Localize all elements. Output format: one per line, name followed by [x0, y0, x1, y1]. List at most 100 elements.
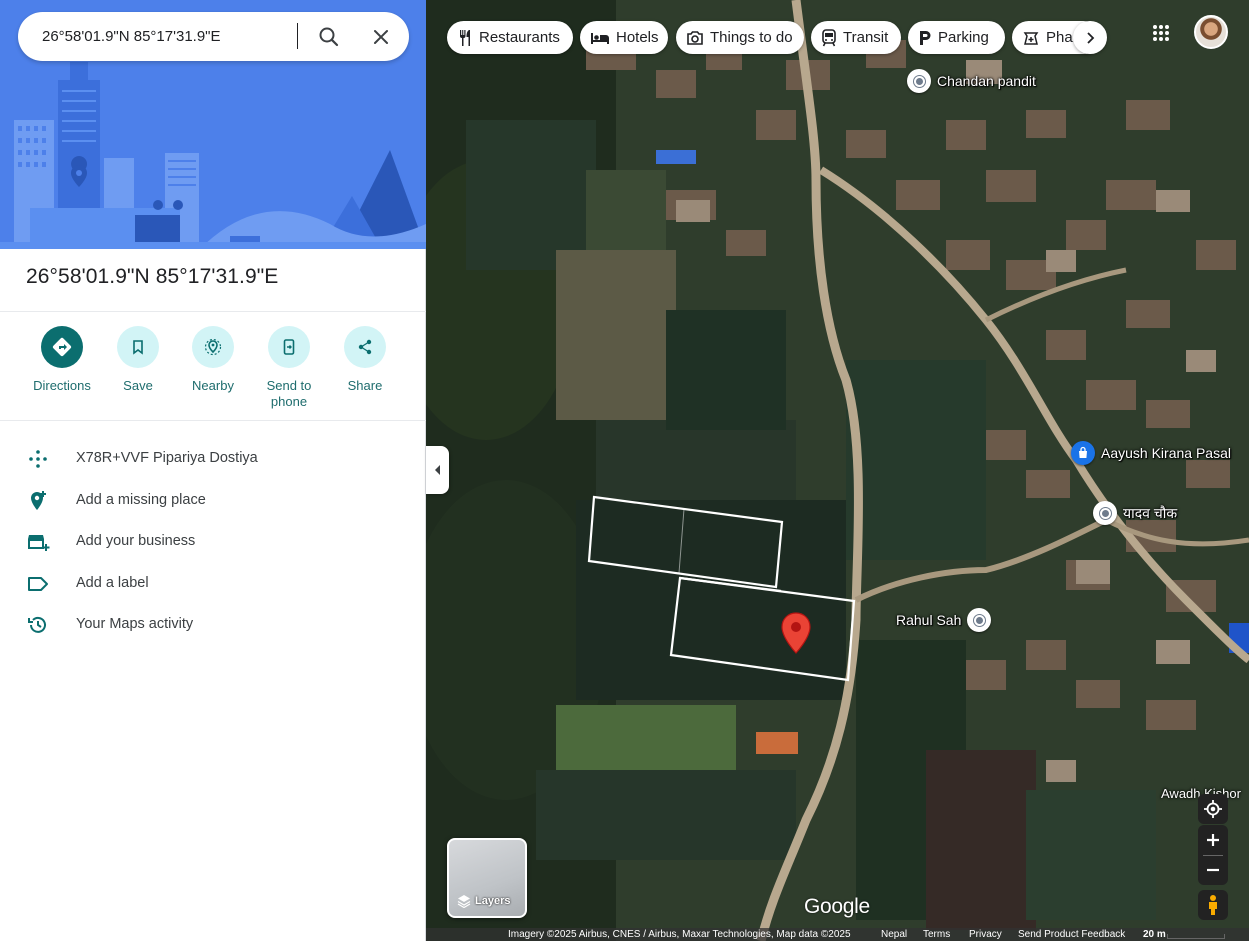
poi-pin-icon: [1093, 501, 1117, 525]
satellite-map[interactable]: Awadh Kishor: [426, 0, 1249, 941]
plus-code-row[interactable]: X78R+VVF Pipariya Dostiya: [0, 437, 426, 479]
chip-label: Things to do: [710, 29, 793, 46]
search-button[interactable]: [314, 22, 344, 52]
add-business-icon: [28, 535, 50, 552]
nearby-button[interactable]: Nearby: [173, 326, 253, 394]
poi-aayush-kirana-pasal[interactable]: Aayush Kirana Pasal: [1071, 441, 1231, 465]
street-view-pegman-button[interactable]: [1198, 890, 1228, 920]
share-icon: [358, 339, 372, 355]
layers-button[interactable]: Layers: [447, 838, 527, 918]
poi-pin-icon: [967, 608, 992, 632]
chip-transit[interactable]: Transit: [811, 21, 901, 54]
close-icon: [374, 30, 388, 44]
send-to-phone-circle: [268, 326, 310, 368]
privacy-link[interactable]: Privacy: [969, 929, 1002, 940]
poi-name: यादव चौक: [1123, 504, 1178, 521]
directions-label: Directions: [33, 378, 91, 393]
poi-name: Rahul Sah: [896, 612, 962, 628]
plus-code-icon: [29, 450, 47, 468]
minus-icon: [1207, 868, 1219, 872]
add-missing-place-text: Add a missing place: [76, 491, 206, 508]
apps-grid-icon: [1153, 25, 1169, 41]
layers-icon: [457, 895, 471, 908]
add-business-text: Add your business: [76, 533, 196, 550]
search-icon: [319, 27, 339, 47]
map-footer: Imagery ©2025 Airbus, CNES / Airbus, Max…: [426, 928, 1249, 941]
google-apps-button[interactable]: [1146, 18, 1176, 48]
chip-restaurants[interactable]: Restaurants: [447, 21, 573, 54]
search-divider: [297, 23, 298, 49]
send-to-phone-icon: [283, 339, 295, 355]
restaurant-icon: [460, 29, 470, 46]
transit-icon: [822, 28, 836, 46]
add-label-text: Add a label: [76, 574, 149, 591]
collapse-panel-button[interactable]: [426, 446, 449, 494]
poi-rahul-sah[interactable]: Rahul Sah: [896, 608, 992, 632]
plus-code-text: X78R+VVF Pipariya Dostiya: [76, 450, 258, 466]
chip-hotels[interactable]: Hotels: [580, 21, 668, 54]
info-list: X78R+VVF Pipariya Dostiya Add a missing …: [0, 437, 426, 645]
chip-label: Transit: [843, 29, 889, 46]
poi-yadav-chowk[interactable]: यादव चौक: [1093, 501, 1177, 525]
shopping-pin-icon: [1071, 441, 1095, 465]
save-circle: [117, 326, 159, 368]
chevron-right-icon: [1087, 31, 1095, 44]
google-logo: Google: [804, 895, 870, 918]
account-avatar[interactable]: [1194, 15, 1228, 49]
send-to-phone-button[interactable]: Send to phone: [249, 326, 329, 410]
poi-name: Aayush Kirana Pasal: [1101, 445, 1231, 461]
send-feedback-link[interactable]: Send Product Feedback: [1018, 929, 1125, 940]
add-business-row[interactable]: Add your business: [0, 520, 426, 562]
add-label-row[interactable]: Add a label: [0, 562, 426, 604]
poi-name: Chandan pandit: [937, 73, 1036, 89]
chip-parking[interactable]: Parking: [908, 21, 1005, 54]
satellite-imagery: [426, 0, 1249, 941]
nearby-label: Nearby: [192, 378, 234, 393]
bookmark-icon: [133, 340, 143, 355]
imagery-attribution: Imagery ©2025 Airbus, CNES / Airbus, Max…: [508, 929, 851, 940]
nearby-circle: [192, 326, 234, 368]
side-panel: 26°58'01.9"N 85°17'31.9"E Directions: [0, 0, 426, 941]
chips-scroll-right-button[interactable]: [1073, 21, 1107, 54]
share-circle: [344, 326, 386, 368]
region-link[interactable]: Nepal: [881, 929, 907, 940]
share-button[interactable]: Share: [325, 326, 405, 394]
directions-button[interactable]: Directions: [22, 326, 102, 394]
zoom-controls: [1198, 825, 1228, 885]
dropped-pin-icon[interactable]: [781, 612, 811, 659]
save-label: Save: [123, 378, 153, 393]
layers-label: Layers: [457, 894, 510, 908]
poi-chandan-pandit[interactable]: Chandan pandit: [907, 69, 1036, 93]
clear-search-button[interactable]: [366, 22, 396, 52]
poi-pin-icon: [907, 69, 931, 93]
nearby-icon: [204, 338, 222, 356]
directions-circle: [41, 326, 83, 368]
add-missing-place-row[interactable]: Add a missing place: [0, 479, 426, 521]
maps-activity-text: Your Maps activity: [76, 616, 194, 633]
chevron-left-icon: [434, 465, 440, 475]
pharmacy-icon: [1023, 31, 1039, 45]
chip-label: Hotels: [616, 29, 659, 46]
send-to-phone-label: Send to phone: [266, 378, 312, 409]
camera-icon: [687, 30, 703, 45]
my-location-button[interactable]: [1198, 794, 1228, 824]
hotel-icon: [591, 32, 609, 44]
search-box[interactable]: [18, 12, 409, 61]
terms-link[interactable]: Terms: [923, 929, 950, 940]
parking-icon: [920, 30, 931, 45]
save-button[interactable]: Save: [98, 326, 178, 394]
place-title: 26°58'01.9"N 85°17'31.9"E: [26, 265, 279, 288]
directions-icon: [52, 337, 72, 357]
plus-icon: [1207, 834, 1219, 846]
add-place-icon: [31, 490, 46, 510]
zoom-out-button[interactable]: [1198, 855, 1228, 885]
maps-activity-row[interactable]: Your Maps activity: [0, 603, 426, 645]
label-icon: [28, 576, 48, 591]
share-label: Share: [347, 378, 383, 393]
scale-label[interactable]: 20 m: [1143, 929, 1166, 940]
pegman-icon: [1209, 895, 1217, 915]
search-input[interactable]: [42, 22, 292, 51]
zoom-in-button[interactable]: [1198, 825, 1228, 855]
chip-label: Restaurants: [479, 29, 560, 46]
chip-things-to-do[interactable]: Things to do: [676, 21, 804, 54]
